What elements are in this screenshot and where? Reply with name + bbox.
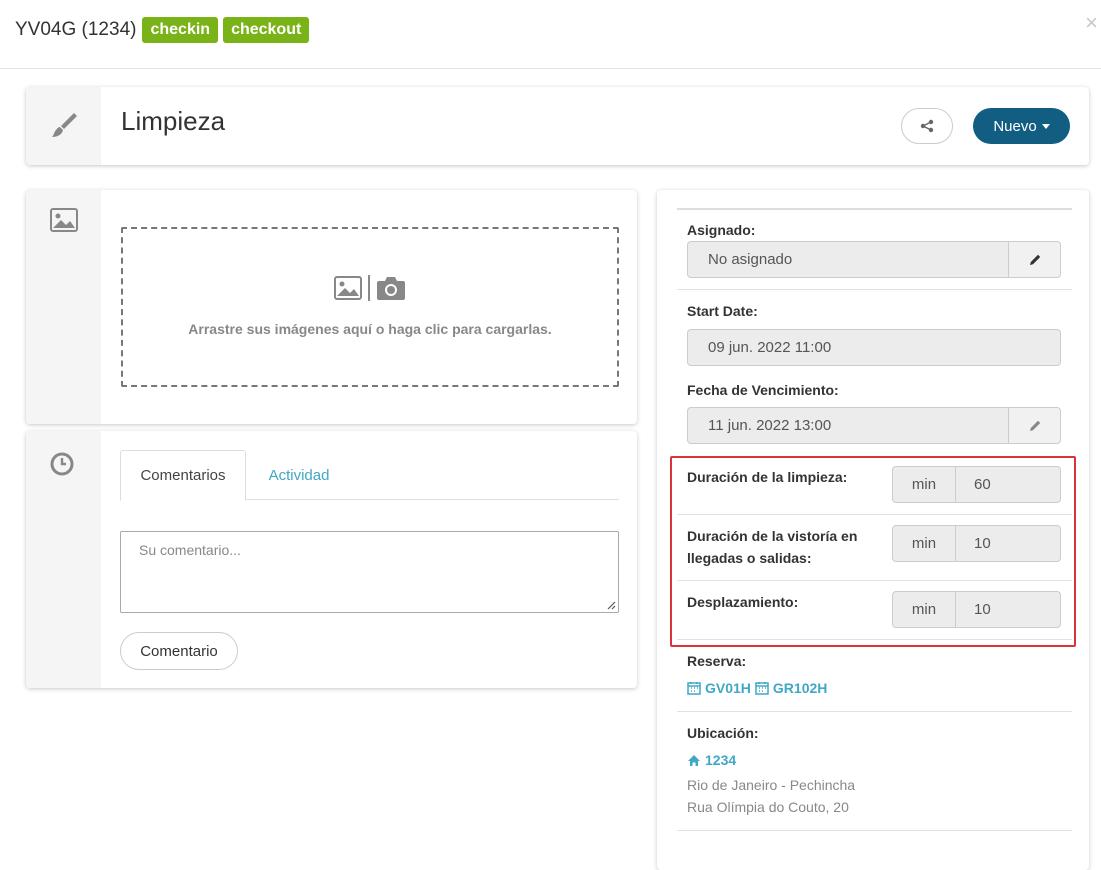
comment-placeholder: Su comentario... xyxy=(139,542,241,558)
comments-card: Comentarios Actividad Su comentario... C… xyxy=(26,431,637,688)
due-date-value: 11 jun. 2022 13:00 xyxy=(708,417,832,434)
calendar-icon xyxy=(687,682,701,695)
comments-tabs: Comentarios Actividad xyxy=(120,450,619,501)
location-link-row: 1234 xyxy=(687,752,736,768)
card-sidebar xyxy=(26,190,101,424)
edit-due-date-button[interactable] xyxy=(1008,408,1060,443)
dropzone-text: Arrastre sus imágenes aquí o haga clic p… xyxy=(188,321,552,337)
pencil-icon xyxy=(1029,254,1040,265)
reservation-label: Reserva: xyxy=(687,653,747,669)
location-street: Rua Olímpia do Couto, 20 xyxy=(687,799,849,815)
task-header-card: Limpieza Nuevo xyxy=(26,87,1089,165)
start-date-value: 09 jun. 2022 11:00 xyxy=(708,339,832,356)
calendar-icon xyxy=(755,682,769,695)
paintbrush-icon xyxy=(52,113,77,137)
home-icon xyxy=(688,754,700,766)
reservation-links: GV01H GR102H xyxy=(687,680,827,696)
checkout-badge: checkout xyxy=(223,17,310,43)
due-date-field[interactable]: 11 jun. 2022 13:00 xyxy=(687,407,1061,444)
card-sidebar xyxy=(26,87,101,165)
reservation-link-gr102h[interactable]: GR102H xyxy=(773,680,827,696)
share-button[interactable] xyxy=(901,108,953,144)
comment-input[interactable]: Su comentario... xyxy=(120,531,619,613)
page-title: Limpieza xyxy=(121,106,226,136)
assigned-field[interactable]: No asignado xyxy=(687,241,1061,278)
location-link[interactable]: 1234 xyxy=(705,752,736,768)
new-dropdown-button[interactable]: Nuevo xyxy=(973,108,1070,144)
new-button-label: Nuevo xyxy=(993,117,1037,135)
resize-grip-icon[interactable] xyxy=(606,600,616,610)
due-date-label: Fecha de Vencimiento: xyxy=(687,382,839,398)
comment-submit-button[interactable]: Comentario xyxy=(120,632,238,670)
share-icon xyxy=(920,119,934,133)
separator xyxy=(368,275,370,301)
divider xyxy=(677,830,1072,831)
dropzone-icons xyxy=(123,275,617,301)
divider xyxy=(677,208,1072,210)
duration-highlight-box xyxy=(670,456,1076,647)
clock-icon xyxy=(50,452,74,476)
property-title: YV04G (1234) xyxy=(15,19,137,40)
image-icon xyxy=(334,276,362,300)
assigned-label: Asignado: xyxy=(687,222,756,238)
image-dropzone[interactable]: Arrastre sus imágenes aquí o haga clic p… xyxy=(121,227,619,387)
edit-assigned-button[interactable] xyxy=(1008,242,1060,277)
card-sidebar xyxy=(26,431,101,688)
modal-header: YV04G (1234) checkin checkout × xyxy=(0,0,1101,69)
location-city: Rio de Janeiro - Pechincha xyxy=(687,777,856,793)
start-date-label: Start Date: xyxy=(687,303,758,319)
image-upload-card: Arrastre sus imágenes aquí o haga clic p… xyxy=(26,190,637,424)
location-label: Ubicación: xyxy=(687,725,759,741)
chevron-down-icon xyxy=(1041,123,1050,129)
reservation-link-gv01h[interactable]: GV01H xyxy=(705,680,751,696)
pencil-icon xyxy=(1029,420,1040,431)
modal-title: YV04G (1234) checkin checkout xyxy=(15,17,310,43)
checkin-badge: checkin xyxy=(142,17,219,43)
camera-icon xyxy=(377,277,405,300)
image-icon xyxy=(50,208,78,232)
divider xyxy=(677,711,1072,712)
close-button[interactable]: × xyxy=(1085,12,1098,34)
start-date-field[interactable]: 09 jun. 2022 11:00 xyxy=(687,329,1061,366)
tab-activity[interactable]: Actividad xyxy=(246,450,352,500)
tab-comments[interactable]: Comentarios xyxy=(120,450,246,501)
assigned-value: No asignado xyxy=(708,251,793,268)
divider xyxy=(677,289,1072,290)
